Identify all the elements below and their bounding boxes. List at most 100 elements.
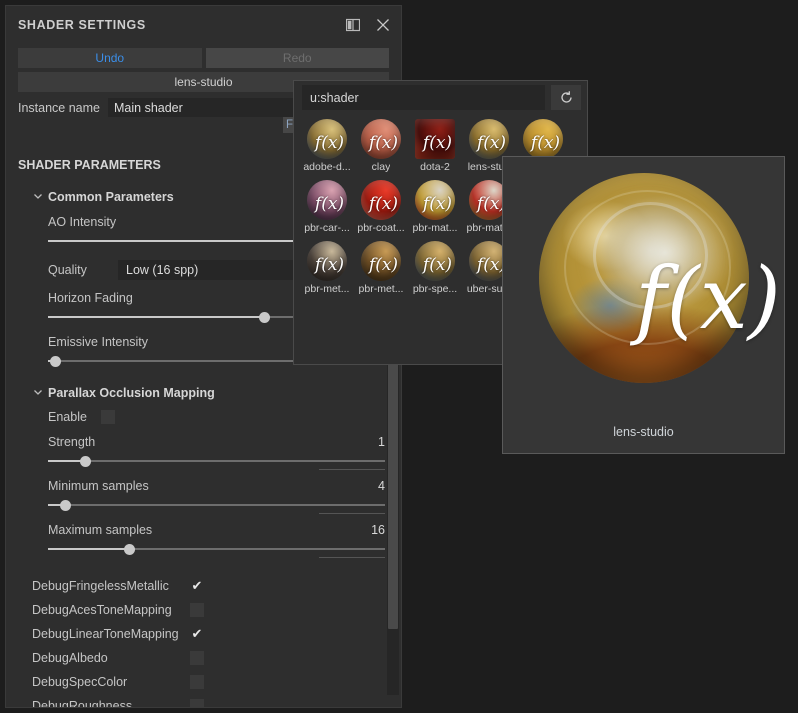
slider-strength[interactable] (48, 454, 385, 468)
shader-thumbnail-image: f(x) (415, 119, 455, 159)
slider-fill (48, 548, 129, 550)
shader-thumbnail-image: f(x) (361, 119, 401, 159)
preview-caption: lens-studio (503, 425, 784, 439)
debug-flags-list: DebugFringelessMetallic✔DebugAcesToneMap… (6, 574, 401, 708)
quality-label: Quality (48, 263, 100, 277)
param-label: Minimum samples (48, 479, 149, 493)
param-header: Minimum samples 4 (48, 479, 385, 493)
chevron-down-icon (33, 191, 43, 201)
fx-logo-icon: f(x) (307, 180, 347, 220)
fx-logo-icon: f(x) (361, 180, 401, 220)
param-maximum-samples: Maximum samples 16 (6, 523, 401, 556)
param-value[interactable]: 4 (378, 479, 385, 493)
value-underline (319, 513, 385, 514)
param-header: Maximum samples 16 (48, 523, 385, 537)
shader-thumbnail-label: pbr-spe... (413, 283, 457, 295)
fx-logo-icon: f(x) (415, 241, 455, 281)
shader-thumbnail-label: adobe-d... (303, 161, 350, 173)
shader-thumbnail-label: pbr-mat... (413, 222, 458, 234)
split-panel-icon[interactable] (345, 17, 361, 33)
param-enable-pom: Enable (6, 410, 401, 424)
slider-maximum-samples[interactable] (48, 542, 385, 556)
chevron-down-icon (33, 387, 43, 397)
shader-thumbnail-image: f(x) (361, 180, 401, 220)
shader-thumbnail-image: f(x) (307, 241, 347, 281)
param-value[interactable]: 1 (378, 435, 385, 449)
param-label: Horizon Fading (48, 291, 133, 305)
debug-flag-checkbox[interactable] (190, 675, 204, 689)
slider-knob[interactable] (60, 500, 71, 511)
shader-thumbnail-image: f(x) (361, 241, 401, 281)
debug-flag-row: DebugSpecColor (6, 670, 401, 694)
undo-button[interactable]: Undo (18, 48, 202, 68)
titlebar-actions (345, 6, 391, 44)
refresh-icon[interactable] (551, 85, 581, 110)
value-underline (319, 469, 385, 470)
debug-flag-checkbox[interactable] (190, 651, 204, 665)
shader-thumbnail-label: pbr-coat... (357, 222, 404, 234)
shader-thumbnail-label: dota-2 (420, 161, 450, 173)
browser-search-bar: u:shader (294, 81, 587, 113)
debug-flag-label: DebugAcesToneMapping (32, 603, 190, 617)
undo-redo-bar: Undo Redo (6, 48, 401, 68)
param-header: Strength 1 (48, 435, 385, 449)
shader-thumbnail-item[interactable]: f(x) pbr-spe... (408, 240, 462, 300)
app-root: SHADER SETTINGS (0, 0, 798, 713)
debug-flag-row: DebugAlbedo (6, 646, 401, 670)
debug-flag-label: DebugAlbedo (32, 651, 190, 665)
shader-thumbnail-item[interactable]: f(x) clay (354, 118, 408, 178)
param-value[interactable]: 16 (371, 523, 385, 537)
debug-flag-checkbox[interactable]: ✔ (190, 579, 204, 593)
enable-checkbox[interactable] (101, 410, 115, 424)
debug-flag-checkbox[interactable]: ✔ (190, 627, 204, 641)
shader-thumbnail-item[interactable]: f(x) dota-2 (408, 118, 462, 178)
shader-thumbnail-label: pbr-met... (359, 283, 404, 295)
debug-flag-checkbox[interactable] (190, 603, 204, 617)
fx-logo-icon: f(x) (307, 241, 347, 281)
debug-flag-row: DebugLinearToneMapping✔ (6, 622, 401, 646)
fx-logo-icon: f(x) (469, 119, 509, 159)
debug-flag-row: DebugAcesToneMapping (6, 598, 401, 622)
page-title: SHADER SETTINGS (18, 18, 146, 32)
shader-thumbnail-label: clay (372, 161, 391, 173)
enable-label: Enable (48, 410, 87, 424)
fx-logo-icon: f(x) (415, 180, 455, 220)
fx-logo-icon: f(x) (523, 119, 563, 159)
slider-knob[interactable] (80, 456, 91, 467)
slider-minimum-samples[interactable] (48, 498, 385, 512)
param-strength: Strength 1 (6, 435, 401, 468)
debug-flag-row: DebugFringelessMetallic✔ (6, 574, 401, 598)
param-minimum-samples: Minimum samples 4 (6, 479, 401, 512)
fx-logo-icon: f(x) (361, 241, 401, 281)
slider-knob[interactable] (124, 544, 135, 555)
debug-flag-checkbox[interactable] (190, 699, 204, 708)
preview-sphere (539, 173, 749, 383)
slider-knob[interactable] (259, 312, 270, 323)
shader-thumbnail-image: f(x) (415, 180, 455, 220)
group-title: Common Parameters (48, 190, 174, 204)
close-icon[interactable] (375, 17, 391, 33)
debug-flag-row: DebugRoughness (6, 694, 401, 708)
shader-thumbnail-image: f(x) (307, 119, 347, 159)
shader-thumbnail-item[interactable]: f(x) pbr-mat... (408, 179, 462, 239)
shader-thumbnail-item[interactable]: f(x) pbr-coat... (354, 179, 408, 239)
panel-titlebar: SHADER SETTINGS (6, 6, 401, 44)
shader-thumbnail-item[interactable]: f(x)pbr-car-... (300, 179, 354, 239)
group-header-parallax-occlusion-mapping[interactable]: Parallax Occlusion Mapping (6, 386, 401, 400)
param-label: Maximum samples (48, 523, 152, 537)
slider-track (48, 504, 385, 506)
shader-thumbnail-item[interactable]: f(x) adobe-d... (300, 118, 354, 178)
group-title: Parallax Occlusion Mapping (48, 386, 215, 400)
debug-flag-label: DebugFringelessMetallic (32, 579, 190, 593)
slider-knob[interactable] (50, 356, 61, 367)
shader-thumbnail-item[interactable]: f(x)pbr-met... (300, 240, 354, 300)
param-label: Emissive Intensity (48, 335, 148, 349)
shader-thumbnail-image: f(x) (523, 119, 563, 159)
preview-image: f(x) (539, 173, 749, 383)
search-input[interactable]: u:shader (302, 85, 545, 110)
shader-thumbnail-image: f(x) (415, 241, 455, 281)
shader-thumbnail-item[interactable]: f(x) pbr-met... (354, 240, 408, 300)
debug-flag-label: DebugSpecColor (32, 675, 190, 689)
redo-button[interactable]: Redo (206, 48, 390, 68)
fx-logo-icon: f(x) (361, 119, 401, 159)
